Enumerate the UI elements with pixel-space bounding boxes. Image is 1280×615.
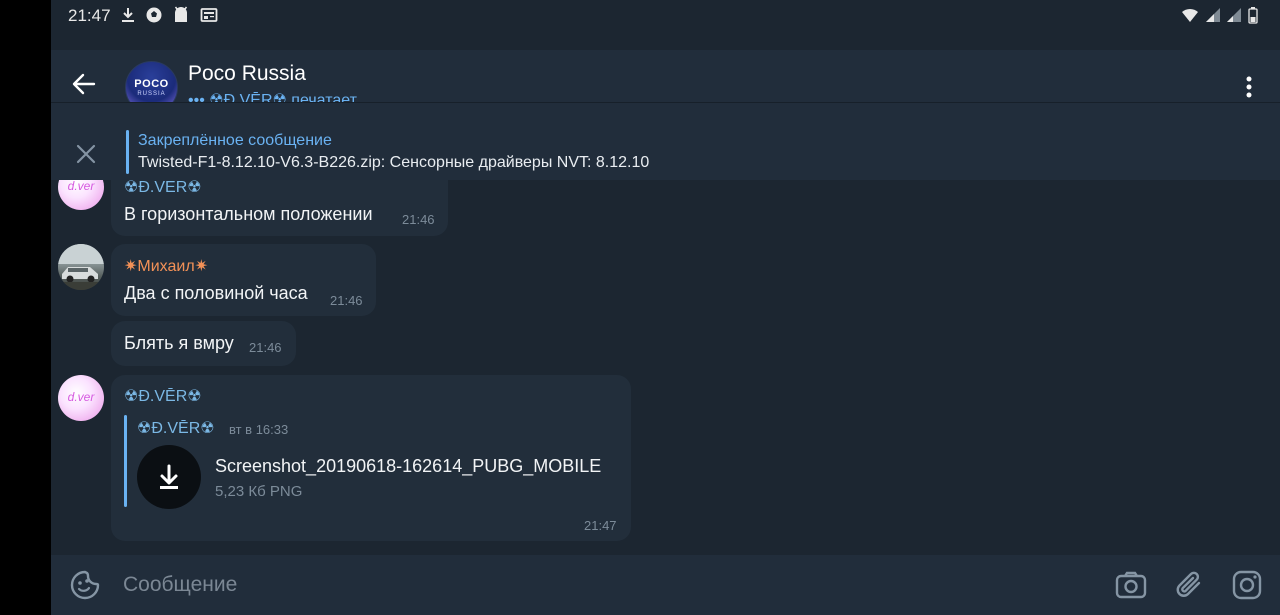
camera-icon[interactable] — [1114, 568, 1148, 602]
pinned-message[interactable]: Закреплённое сообщение Twisted-F1-8.12.1… — [51, 102, 1280, 180]
chat-header: POCO RUSSIA Poco Russia ••• ☢Đ.VĒR☢ печа… — [51, 50, 1280, 114]
message-sender[interactable]: ✷Михаил✷ — [124, 256, 208, 276]
download-icon — [160, 464, 178, 489]
message-text: В горизонтальном положении — [124, 204, 373, 224]
message-time: 21:46 — [330, 293, 363, 308]
file-name[interactable]: Screenshot_20190618-162614_PUBG_MOBILE — [215, 456, 601, 477]
message-text: Два с половиной часа — [124, 283, 308, 303]
instagram-icon[interactable] — [1230, 568, 1264, 602]
soccer-ball-icon — [146, 7, 162, 23]
file-download-button[interactable] — [137, 445, 201, 509]
avatar[interactable] — [58, 244, 104, 290]
message-input[interactable] — [123, 565, 1023, 605]
message-bubble[interactable]: ✷Михаил✷ Два с половиной часа 21:46 — [111, 244, 376, 316]
download-icon — [122, 8, 134, 22]
forward-sender[interactable]: ☢Đ.VĒR☢ — [137, 418, 215, 438]
android-icon — [174, 6, 188, 22]
chat-title[interactable]: Poco Russia — [188, 62, 306, 86]
car-photo — [58, 244, 104, 290]
message-time: 21:46 — [402, 212, 435, 227]
file-meta: 5,23 Кб PNG — [215, 483, 303, 500]
avatar-text: d.ver — [67, 180, 95, 193]
message-sender[interactable]: ☢Đ.VĒR☢ — [124, 386, 202, 406]
message-bubble[interactable]: ☢Đ.VĒR☢ В горизонтальном положении 21:46 — [111, 180, 448, 236]
battery-icon — [1248, 7, 1258, 24]
signal-icon — [1227, 8, 1241, 22]
back-arrow-icon[interactable] — [70, 70, 98, 98]
wifi-icon — [1182, 8, 1198, 22]
status-time: 21:47 — [68, 6, 111, 25]
avatar-text: d.ver — [67, 390, 95, 404]
message-time: 21:47 — [584, 518, 617, 533]
message-time: 21:46 — [249, 340, 282, 355]
telegram-screen: 21:47 POCO RUSSIA Poco Russia ••• ☢Đ.VĒR… — [51, 0, 1280, 615]
more-vert-icon[interactable] — [1239, 75, 1259, 99]
avatar[interactable]: d.ver — [58, 375, 104, 421]
close-icon[interactable] — [73, 141, 99, 167]
status-bar: 21:47 — [51, 0, 1280, 50]
pinned-text: Twisted-F1-8.12.10-V6.3-B226.zip: Сенсор… — [138, 154, 650, 171]
avatar-logo-subtext: RUSSIA — [137, 91, 166, 97]
news-icon — [200, 8, 218, 22]
pinned-title: Закреплённое сообщение — [138, 132, 332, 149]
forward-date: вт в 16:33 — [229, 422, 289, 437]
message-bubble[interactable]: ☢Đ.VĒR☢ ☢Đ.VĒR☢ вт в 16:33 Screenshot_20… — [111, 375, 631, 541]
message-sender[interactable]: ☢Đ.VĒR☢ — [124, 180, 202, 197]
message-input-bar — [51, 555, 1280, 615]
signal-icon — [1206, 8, 1220, 22]
message-list[interactable]: d.ver ☢Đ.VĒR☢ В горизонтальном положении… — [51, 180, 1280, 555]
avatar-logo-text: POCO — [134, 78, 169, 90]
attach-icon[interactable] — [1173, 568, 1207, 602]
pinned-accent-bar — [126, 130, 129, 174]
message-bubble[interactable]: Блять я вмру 21:46 — [111, 321, 296, 366]
message-text: Блять я вмру — [124, 333, 234, 353]
sticker-icon[interactable] — [68, 568, 102, 602]
avatar[interactable]: d.ver — [58, 180, 104, 210]
forward-accent-bar — [124, 415, 127, 507]
